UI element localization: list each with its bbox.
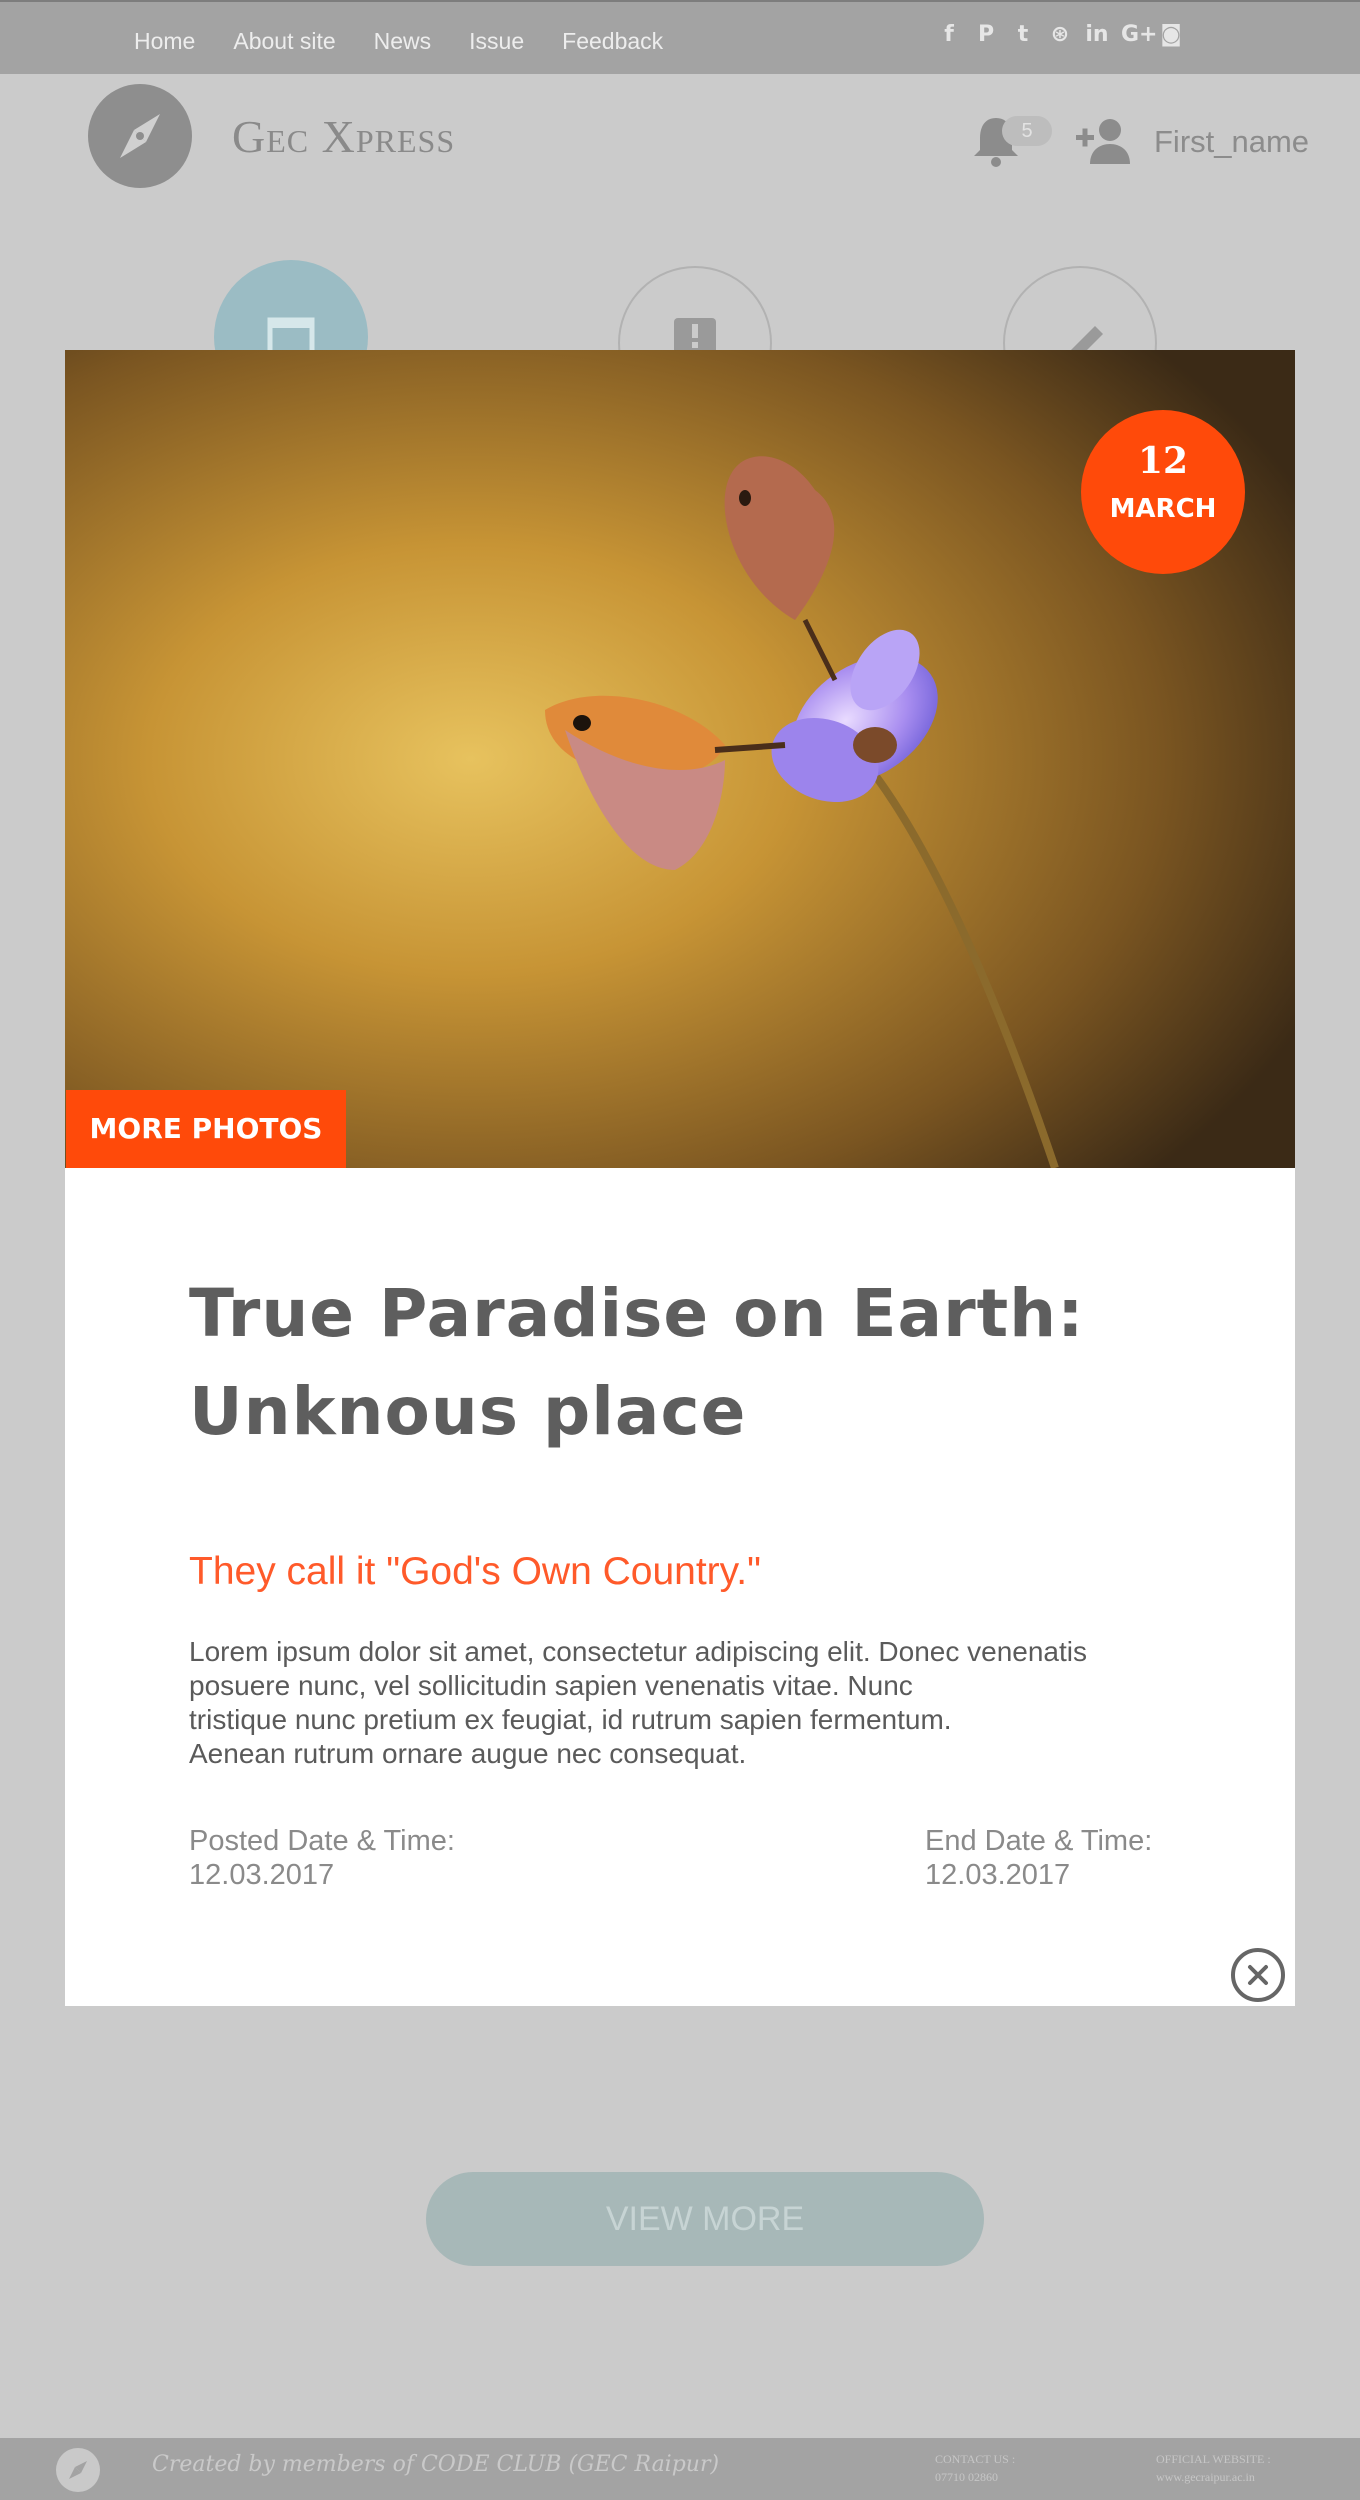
notification-badge: 5: [1002, 116, 1052, 146]
google-plus-icon[interactable]: G+: [1121, 22, 1158, 48]
article-body: Lorem ipsum dolor sit amet, consectetur …: [189, 1635, 1189, 1771]
compass-icon: [120, 114, 160, 158]
article-subtitle: They call it "God's Own Country.": [189, 1550, 761, 1593]
social-links: f P t ⊛ in G+ ◙: [936, 22, 1184, 48]
end-date: End Date & Time: 12.03.2017: [925, 1824, 1152, 1892]
article-body-line: Lorem ipsum dolor sit amet, consectetur …: [189, 1636, 1087, 1667]
footer-contact-label: CONTACT US :: [935, 2452, 1016, 2466]
top-nav-bar: Home About site News Issue Feedback f P …: [0, 0, 1360, 74]
twitter-icon[interactable]: t: [1010, 22, 1036, 48]
article-title: True Paradise on Earth: Unknous place: [189, 1275, 1085, 1450]
footer-website-label: OFFICIAL WEBSITE :: [1156, 2452, 1271, 2466]
facebook-icon[interactable]: f: [936, 22, 962, 48]
article-body-line: posuere nunc, vel sollicitudin sapien ve…: [189, 1670, 913, 1701]
date-month: MARCH: [1109, 494, 1217, 524]
posted-date-value: 12.03.2017: [189, 1859, 335, 1891]
posted-date: Posted Date & Time: 12.03.2017: [189, 1824, 455, 1892]
date-day: 12: [1137, 440, 1189, 482]
linkedin-icon[interactable]: in: [1084, 22, 1110, 48]
nav-link-feedback[interactable]: Feedback: [562, 28, 663, 55]
dribbble-icon[interactable]: ⊛: [1047, 22, 1073, 48]
rss-icon[interactable]: ◙: [1158, 22, 1184, 48]
article-modal: 12 MARCH MORE PHOTOS True Paradise on Ea…: [65, 350, 1295, 2006]
article-body-line: tristique nunc pretium ex feugiat, id ru…: [189, 1704, 952, 1735]
footer-website: OFFICIAL WEBSITE : www.gecraipur.ac.in: [1156, 2450, 1271, 2486]
article-body-line: Aenean rutrum ornare augue nec consequat…: [189, 1738, 747, 1769]
date-badge: 12 MARCH: [1081, 410, 1245, 574]
footer-contact-value: 07710 02860: [935, 2470, 998, 2484]
footer-contact: CONTACT US : 07710 02860: [935, 2450, 1015, 2486]
posted-date-label: Posted Date & Time:: [189, 1825, 455, 1857]
site-title[interactable]: Gec Xpress: [232, 110, 455, 163]
pinterest-icon[interactable]: P: [973, 22, 999, 48]
close-modal-button[interactable]: [1231, 1948, 1285, 2002]
add-user-icon[interactable]: [1074, 118, 1134, 164]
nav-link-news[interactable]: News: [374, 28, 432, 55]
username-label[interactable]: First_name: [1154, 124, 1309, 160]
compass-icon: [69, 2461, 87, 2479]
site-logo[interactable]: [88, 84, 192, 188]
footer-logo: [56, 2448, 100, 2492]
more-photos-button[interactable]: MORE PHOTOS: [66, 1090, 346, 1168]
article-image: 12 MARCH MORE PHOTOS: [65, 350, 1295, 1168]
footer-website-value[interactable]: www.gecraipur.ac.in: [1156, 2468, 1271, 2486]
close-icon: [1248, 1965, 1268, 1985]
footer: Created by members of CODE CLUB (GEC Rai…: [0, 2438, 1360, 2500]
footer-credit: Created by members of CODE CLUB (GEC Rai…: [152, 2452, 720, 2477]
end-date-value: 12.03.2017: [925, 1859, 1071, 1891]
nav-link-issue[interactable]: Issue: [469, 28, 524, 55]
view-more-button[interactable]: VIEW MORE: [426, 2172, 984, 2266]
nav-link-about[interactable]: About site: [233, 28, 335, 55]
nav-links: Home About site News Issue Feedback: [134, 28, 701, 55]
end-date-label: End Date & Time:: [925, 1825, 1153, 1857]
nav-link-home[interactable]: Home: [134, 28, 195, 55]
